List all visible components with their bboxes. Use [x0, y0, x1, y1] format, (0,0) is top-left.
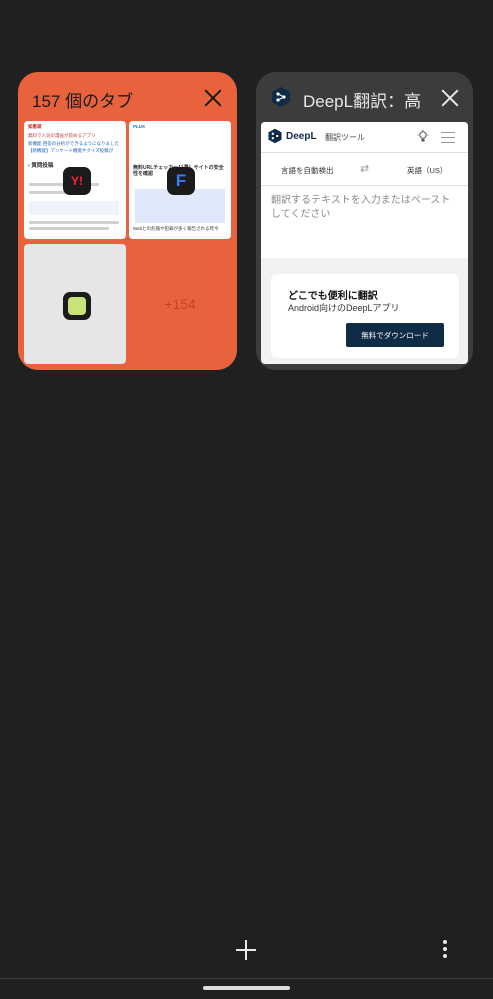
language-bar: 言語を自動検出 ⇄ 英語（US） [261, 153, 468, 186]
source-language: 言語を自動検出 [281, 166, 334, 175]
menu-icon [441, 132, 455, 143]
plus-icon[interactable] [234, 938, 258, 962]
more-vert-icon[interactable] [437, 938, 453, 962]
app-promo-card: どこでも便利に翻訳 Android向けのDeepLアプリ 無料でダウンロード [271, 274, 459, 358]
nav-divider [0, 978, 493, 979]
tab-group-title: 157 個のタブ [32, 92, 134, 111]
app-f-icon: F [167, 167, 195, 195]
tab-title: DeepL翻訳：高 [303, 92, 421, 111]
thumb-line: 新機能 回答の分析ができるようになりました [28, 141, 120, 146]
promo-title: どこでも便利に翻訳 [288, 291, 378, 302]
close-tab-icon[interactable] [439, 87, 461, 109]
download-button: 無料でダウンロード [346, 323, 444, 347]
tab-card-deepl[interactable]: DeepL翻訳：高 DeepL 翻訳ツール 言語を自動検出 ⇄ 英語（US） 翻… [256, 72, 473, 370]
thumb-line: 無料で人気の漫画が読めるアプリ [28, 133, 96, 138]
bulb-icon [417, 130, 429, 142]
deepl-brand: DeepL [286, 131, 317, 142]
thumb-site-label: 知恵袋 [28, 124, 42, 129]
tab-group-card[interactable]: 157 個のタブ 知恵袋 無料で人気の漫画が読めるアプリ 新機能 回答の分析がで… [18, 72, 237, 370]
target-language: 英語（US） [407, 166, 448, 175]
yahoo-app-icon: Y! [63, 167, 91, 195]
tab-preview[interactable]: DeepL 翻訳ツール 言語を自動検出 ⇄ 英語（US） 翻訳するテキストを入力… [261, 122, 468, 364]
thumb-line: 【新機能】アンケート機能やクイズ投稿が [28, 148, 114, 153]
deepl-logo-icon [272, 87, 290, 107]
deepl-header: DeepL 翻訳ツール [261, 122, 468, 153]
promo-subtitle: Android向けのDeepLアプリ [288, 303, 400, 313]
close-group-icon[interactable] [202, 87, 224, 109]
more-tabs-count: +154 [164, 296, 196, 312]
home-indicator[interactable] [203, 986, 290, 990]
input-placeholder: 翻訳するテキストを入力またはペーストしてください [271, 195, 451, 220]
deepl-tool-label: 翻訳ツール [325, 133, 365, 142]
source-text-area: 翻訳するテキストを入力またはペーストしてください [261, 186, 468, 258]
deepl-logo-icon [268, 128, 282, 144]
app-favicon-icon [63, 292, 91, 320]
thumb-line: Webとの危険や犯罪が多く報告される昨今 [133, 226, 219, 231]
thumb-site-label: PLUX [133, 124, 146, 129]
swap-icon: ⇄ [360, 163, 370, 175]
